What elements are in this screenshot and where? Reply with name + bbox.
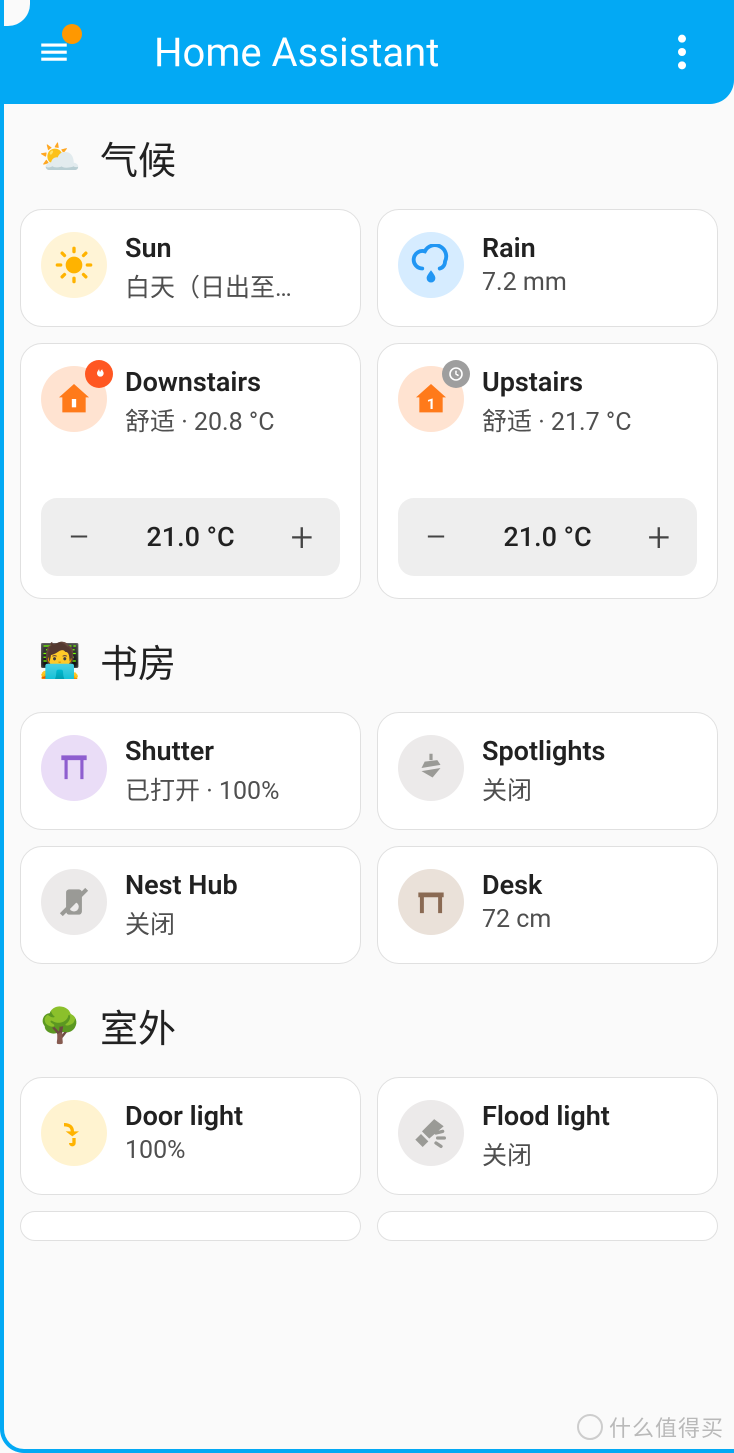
card-status: 7.2 mm	[482, 268, 697, 297]
temp-setpoint: 21.0 °C	[503, 521, 591, 553]
shutter-icon	[41, 735, 107, 801]
watermark: 什么值得买	[577, 1411, 724, 1443]
app-header: Home Assistant	[0, 0, 734, 104]
card-status: 白天（日出至…	[125, 268, 340, 304]
dashboard-content: ⛅ 气候 Sun 白天（日出至… Rain 7.2 mm	[4, 104, 734, 1285]
card-title: Desk	[482, 869, 697, 901]
tree-icon: 🌳	[38, 1004, 82, 1048]
temp-decrease-button[interactable]: −	[416, 514, 456, 561]
temp-decrease-button[interactable]: −	[59, 514, 99, 561]
section-outdoor: 🌳 室外 Door light 100% Flood light 关闭	[16, 990, 722, 1241]
more-options-button[interactable]	[660, 30, 704, 74]
card-status: 舒适 · 21.7 °C	[482, 402, 697, 438]
section-header-study: 🧑‍💻 书房	[16, 625, 722, 712]
card-upstairs[interactable]: 1 Upstairs 舒适 · 21.7 °C − 21.0 °C +	[377, 343, 718, 599]
card-title: Spotlights	[482, 735, 697, 767]
section-climate: ⛅ 气候 Sun 白天（日出至… Rain 7.2 mm	[16, 122, 722, 599]
app-title: Home Assistant	[76, 29, 660, 76]
svg-text:1: 1	[427, 395, 436, 413]
vertical-dots-icon	[678, 34, 686, 70]
watermark-text: 什么值得买	[609, 1411, 724, 1443]
card-status: 关闭	[482, 771, 697, 807]
card-rain[interactable]: Rain 7.2 mm	[377, 209, 718, 327]
card-status: 100%	[125, 1136, 340, 1165]
card-title: Shutter	[125, 735, 340, 767]
globe-icon	[577, 1414, 603, 1440]
flood-light-icon	[398, 1100, 464, 1166]
heat-badge-icon	[85, 360, 113, 388]
card-title: Downstairs	[125, 366, 340, 398]
card-title: Flood light	[482, 1100, 697, 1132]
card-desk[interactable]: Desk 72 cm	[377, 846, 718, 964]
card-status: 72 cm	[482, 905, 697, 934]
temp-increase-button[interactable]: +	[282, 514, 322, 561]
card-status: 已打开 · 100%	[125, 771, 340, 807]
door-light-icon	[41, 1100, 107, 1166]
weather-icon: ⛅	[38, 136, 82, 180]
temperature-control: − 21.0 °C +	[41, 498, 340, 576]
section-header-climate: ⛅ 气候	[16, 122, 722, 209]
card-partial[interactable]	[377, 1211, 718, 1241]
card-status: 关闭	[125, 905, 340, 941]
home-icon	[41, 366, 107, 432]
temperature-control: − 21.0 °C +	[398, 498, 697, 576]
card-title: Sun	[125, 232, 340, 264]
menu-button[interactable]	[32, 30, 76, 74]
person-laptop-icon: 🧑‍💻	[38, 639, 82, 683]
home-icon: 1	[398, 366, 464, 432]
temp-setpoint: 21.0 °C	[146, 521, 234, 553]
card-shutter[interactable]: Shutter 已打开 · 100%	[20, 712, 361, 830]
card-nest-hub[interactable]: Nest Hub 关闭	[20, 846, 361, 964]
speaker-off-icon	[41, 869, 107, 935]
temp-increase-button[interactable]: +	[639, 514, 679, 561]
card-title: Rain	[482, 232, 697, 264]
card-title: Door light	[125, 1100, 340, 1132]
notification-dot-icon	[62, 24, 82, 44]
card-downstairs[interactable]: Downstairs 舒适 · 20.8 °C − 21.0 °C +	[20, 343, 361, 599]
card-status: 舒适 · 20.8 °C	[125, 402, 340, 438]
card-door-light[interactable]: Door light 100%	[20, 1077, 361, 1195]
card-spotlights[interactable]: Spotlights 关闭	[377, 712, 718, 830]
desk-icon	[398, 869, 464, 935]
rain-icon	[398, 232, 464, 298]
section-title: 书房	[100, 633, 176, 688]
sun-icon	[41, 232, 107, 298]
card-status: 关闭	[482, 1136, 697, 1172]
section-study: 🧑‍💻 书房 Shutter 已打开 · 100% Spotlights	[16, 625, 722, 964]
card-title: Upstairs	[482, 366, 697, 398]
card-title: Nest Hub	[125, 869, 340, 901]
card-flood-light[interactable]: Flood light 关闭	[377, 1077, 718, 1195]
section-header-outdoor: 🌳 室外	[16, 990, 722, 1077]
section-title: 室外	[100, 998, 176, 1053]
card-sun[interactable]: Sun 白天（日出至…	[20, 209, 361, 327]
spotlight-icon	[398, 735, 464, 801]
clock-badge-icon	[442, 360, 470, 388]
section-title: 气候	[100, 130, 176, 185]
card-partial[interactable]	[20, 1211, 361, 1241]
